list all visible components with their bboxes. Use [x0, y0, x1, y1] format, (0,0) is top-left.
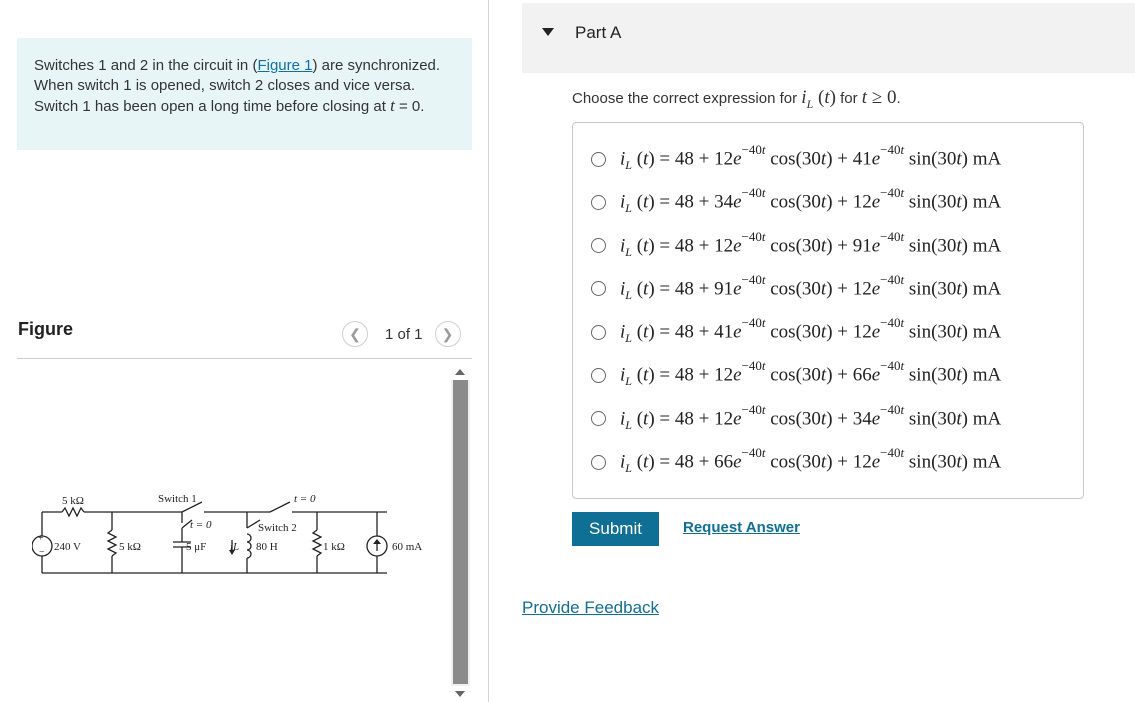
- question-prefix: Choose the correct expression for: [572, 90, 802, 107]
- answer-option[interactable]: iL (t) = 48 + 12e−40t cos(30t) + 41e−40t…: [591, 141, 1002, 174]
- figure-pager: ❮ 1 of 1 ❯: [342, 321, 461, 347]
- option-expression: iL (t) = 48 + 66e−40t cos(30t) + 12e−40t…: [620, 445, 1002, 476]
- il-label: iL: [230, 541, 239, 553]
- switch2-label: Switch 2: [258, 522, 297, 534]
- r3-label: 1 kΩ: [323, 541, 345, 553]
- option-expression: iL (t) = 48 + 12e−40t cos(30t) + 34e−40t…: [620, 401, 1002, 432]
- part-title: Part A: [575, 23, 622, 42]
- question-text: Choose the correct expression for iL (t)…: [572, 87, 901, 111]
- t0-mid-label: t = 0: [190, 519, 212, 531]
- column-divider: [488, 0, 489, 702]
- submit-button[interactable]: Submit: [572, 512, 659, 546]
- answer-option[interactable]: iL (t) = 48 + 12e−40t cos(30t) + 66e−40t…: [591, 358, 1002, 391]
- problem-statement: Switches 1 and 2 in the circuit in (Figu…: [17, 38, 472, 150]
- figure-divider: [17, 358, 472, 359]
- answer-option[interactable]: iL (t) = 48 + 91e−40t cos(30t) + 12e−40t…: [591, 271, 1002, 304]
- option-expression: iL (t) = 48 + 12e−40t cos(30t) + 91e−40t…: [620, 228, 1002, 259]
- t0-top-label: t = 0: [294, 493, 316, 505]
- option-expression: iL (t) = 48 + 12e−40t cos(30t) + 41e−40t…: [620, 141, 1002, 173]
- radio-button[interactable]: [591, 324, 606, 340]
- ind-label: 80 H: [256, 541, 278, 553]
- radio-button[interactable]: [591, 368, 606, 383]
- question-mid: for: [835, 90, 862, 107]
- svg-text:+: +: [38, 533, 44, 544]
- radio-button[interactable]: [591, 281, 606, 297]
- answer-option[interactable]: iL (t) = 48 + 41e−40t cos(30t) + 12e−40t…: [591, 315, 1002, 347]
- part-a-header[interactable]: Part A: [522, 3, 1135, 73]
- option-expression: iL (t) = 48 + 34e−40t cos(30t) + 12e−40t…: [620, 185, 1002, 216]
- answer-options: iL (t) = 48 + 12e−40t cos(30t) + 41e−40t…: [572, 122, 1084, 499]
- problem-text-1: Switches 1 and 2 in the circuit in (: [34, 57, 258, 74]
- radio-button[interactable]: [591, 238, 606, 254]
- pager-text: 1 of 1: [385, 325, 423, 343]
- radio-button[interactable]: [591, 194, 606, 210]
- chevron-right-icon[interactable]: ❯: [434, 321, 461, 347]
- answer-option[interactable]: iL (t) = 48 + 12e−40t cos(30t) + 91e−40t…: [591, 228, 1002, 261]
- answer-option[interactable]: iL (t) = 48 + 66e−40t cos(30t) + 12e−40t…: [591, 445, 1002, 477]
- option-expression: iL (t) = 48 + 41e−40t cos(30t) + 12e−40t…: [620, 315, 1002, 346]
- request-answer-link[interactable]: Request Answer: [683, 519, 800, 536]
- radio-button[interactable]: [591, 151, 606, 167]
- scroll-thumb[interactable]: [453, 380, 468, 684]
- scroll-down-icon[interactable]: [455, 691, 465, 697]
- figure-link[interactable]: Figure 1: [257, 57, 312, 74]
- radio-button[interactable]: [591, 454, 606, 470]
- isource-label: 60 mA: [392, 541, 422, 553]
- radio-button[interactable]: [591, 411, 606, 427]
- svg-text:−: −: [39, 547, 45, 558]
- r1-label: 5 kΩ: [62, 495, 84, 507]
- caret-down-icon[interactable]: [542, 28, 554, 36]
- answer-option[interactable]: iL (t) = 48 + 34e−40t cos(30t) + 12e−40t…: [591, 185, 1002, 217]
- r2-label: 5 kΩ: [119, 541, 141, 553]
- figure-title: Figure: [18, 319, 74, 339]
- provide-feedback-link[interactable]: Provide Feedback: [522, 598, 659, 618]
- chevron-left-icon[interactable]: ❮: [342, 321, 368, 347]
- switch1-label: Switch 1: [158, 493, 197, 505]
- option-expression: iL (t) = 48 + 12e−40t cos(30t) + 66e−40t…: [620, 358, 1002, 389]
- scroll-up-icon[interactable]: [455, 369, 465, 375]
- cap-label: 5 μF: [186, 541, 206, 553]
- problem-text-3: = 0.: [394, 98, 425, 115]
- answer-option[interactable]: iL (t) = 48 + 12e−40t cos(30t) + 34e−40t…: [591, 401, 1002, 434]
- figure-scrollbar[interactable]: [451, 364, 470, 702]
- circuit-diagram: + − 5 kΩ Switch 1 t = 0 t = 0 Switch 2 2…: [32, 493, 422, 574]
- vsource-label: 240 V: [54, 541, 81, 553]
- option-expression: iL (t) = 48 + 91e−40t cos(30t) + 12e−40t…: [620, 271, 1002, 302]
